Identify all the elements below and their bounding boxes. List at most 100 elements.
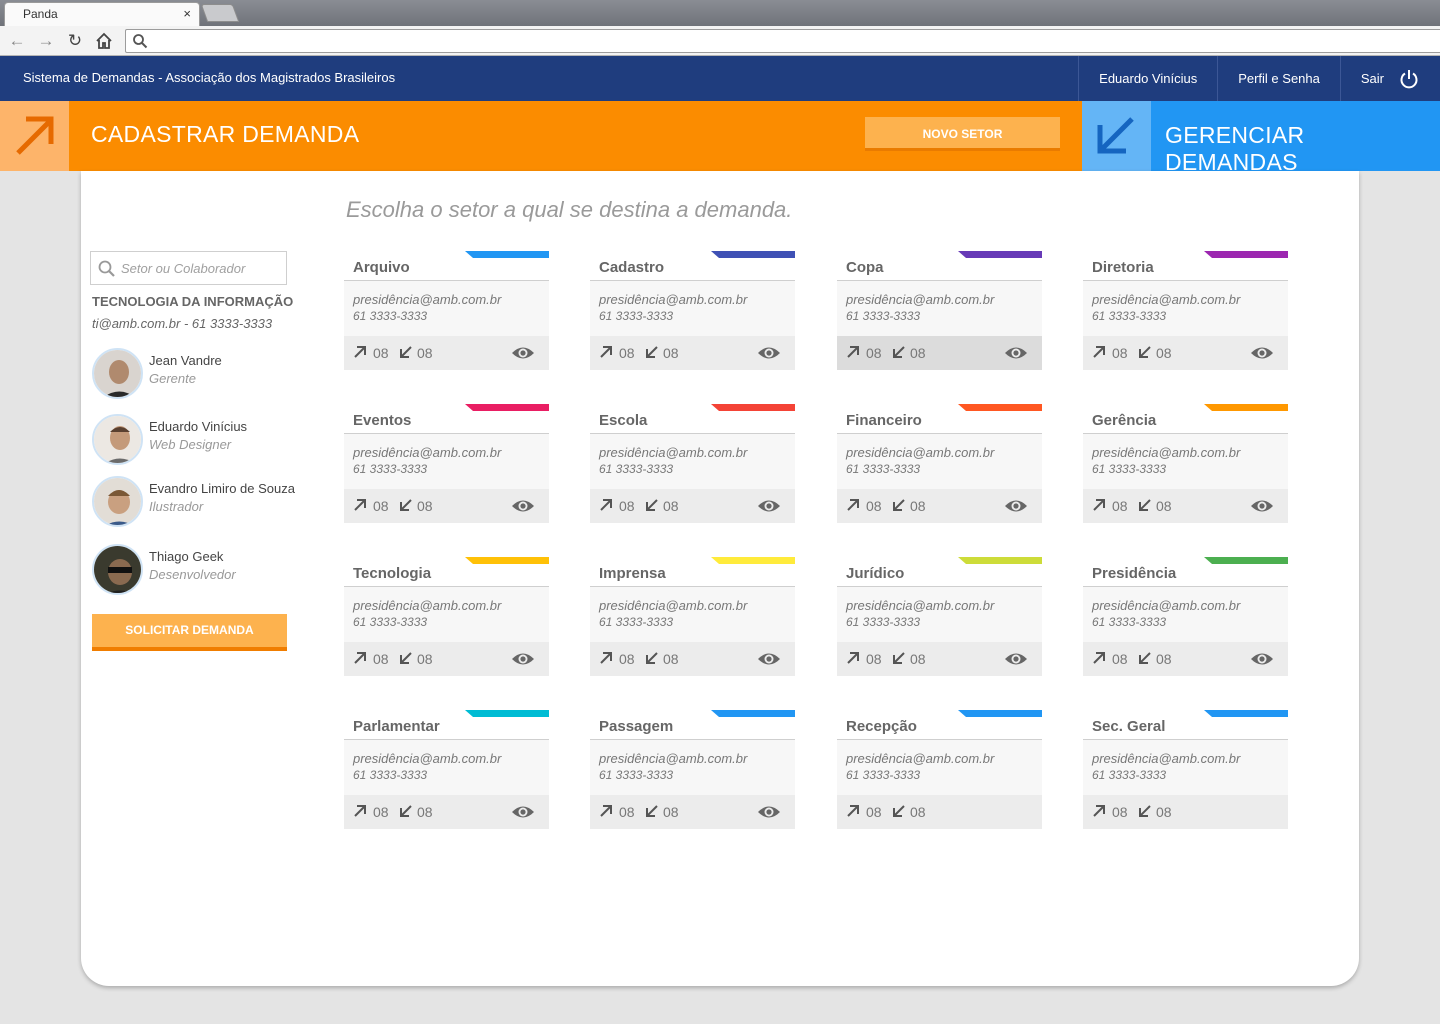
address-bar[interactable] [125, 29, 1440, 53]
view-eye-icon[interactable] [757, 497, 781, 515]
received-count: 08 [910, 345, 926, 361]
card-body: presidência@amb.com.br 61 3333-3333 [1083, 281, 1288, 336]
sector-card-email: presidência@amb.com.br [846, 598, 995, 613]
card-footer: 08 08 [1083, 336, 1288, 370]
sent-count: 08 [1112, 651, 1128, 667]
profile-link[interactable]: Perfil e Senha [1217, 56, 1340, 101]
received-arrow-icon [893, 805, 905, 817]
sector-color-stripe [711, 557, 795, 564]
received-count: 08 [1156, 651, 1172, 667]
view-eye-icon[interactable] [511, 497, 535, 515]
sector-card[interactable]: Passagem presidência@amb.com.br 61 3333-… [590, 710, 795, 829]
view-eye-icon[interactable] [1004, 650, 1028, 668]
person-item[interactable]: Thiago Geek Desenvolvedor [92, 544, 322, 596]
view-eye-icon[interactable] [1004, 497, 1028, 515]
user-name-link[interactable]: Eduardo Vinícius [1078, 56, 1217, 101]
request-demand-button[interactable]: SOLICITAR DEMANDA [92, 614, 287, 651]
sector-color-stripe [465, 557, 549, 564]
app-header: Sistema de Demandas - Associação dos Mag… [0, 56, 1440, 101]
new-tab-button[interactable] [200, 4, 240, 22]
person-item[interactable]: Eduardo Vinícius Web Designer [92, 414, 322, 466]
person-name: Eduardo Vinícius [149, 419, 248, 434]
sector-card[interactable]: Arquivo presidência@amb.com.br 61 3333-3… [344, 251, 549, 370]
sector-card-name: Sec. Geral [1092, 718, 1166, 735]
sent-count: 08 [373, 498, 389, 514]
card-footer: 08 08 [590, 642, 795, 676]
sector-card-email: presidência@amb.com.br [1092, 445, 1241, 460]
new-sector-button[interactable]: NOVO SETOR [865, 117, 1060, 151]
avatar [92, 414, 143, 465]
sector-card[interactable]: Financeiro presidência@amb.com.br 61 333… [837, 404, 1042, 523]
sector-card[interactable]: Sec. Geral presidência@amb.com.br 61 333… [1083, 710, 1288, 829]
sent-arrow-icon [354, 346, 366, 358]
person-role: Gerente [149, 371, 196, 386]
sector-card[interactable]: Presidência presidência@amb.com.br 61 33… [1083, 557, 1288, 676]
card-body: presidência@amb.com.br 61 3333-3333 [344, 740, 549, 795]
received-arrow-icon [893, 499, 905, 511]
view-eye-icon[interactable] [1250, 650, 1274, 668]
sector-card-phone: 61 3333-3333 [1092, 462, 1167, 476]
view-eye-icon[interactable] [1250, 497, 1274, 515]
sector-card[interactable]: Jurídico presidência@amb.com.br 61 3333-… [837, 557, 1042, 676]
sector-card-name: Escola [599, 412, 648, 429]
sector-card[interactable]: Imprensa presidência@amb.com.br 61 3333-… [590, 557, 795, 676]
person-item[interactable]: Evandro Limiro de Souza Ilustrador [92, 476, 322, 528]
sector-card[interactable]: Copa presidência@amb.com.br 61 3333-3333… [837, 251, 1042, 370]
sent-arrow-icon [354, 652, 366, 664]
home-icon[interactable] [93, 30, 115, 52]
manage-demands-bar[interactable]: GERENCIAR DEMANDAS [1082, 101, 1440, 175]
received-arrow-icon [400, 805, 412, 817]
view-eye-icon[interactable] [757, 650, 781, 668]
person-role: Web Designer [149, 437, 232, 452]
person-name: Evandro Limiro de Souza [149, 481, 295, 496]
received-count: 08 [417, 651, 433, 667]
browser-tab[interactable]: Panda × [4, 2, 200, 26]
sent-arrow-icon [1093, 499, 1105, 511]
received-arrow-icon [646, 499, 658, 511]
search-icon [98, 260, 115, 277]
tab-close-icon[interactable]: × [183, 6, 191, 21]
view-eye-icon[interactable] [1004, 344, 1028, 362]
sector-card[interactable]: Tecnologia presidência@amb.com.br 61 333… [344, 557, 549, 676]
received-arrow-icon [646, 652, 658, 664]
sent-arrow-icon [354, 499, 366, 511]
sector-card[interactable]: Diretoria presidência@amb.com.br 61 3333… [1083, 251, 1288, 370]
main-panel: Escolha o setor a qual se destina a dema… [81, 171, 1359, 986]
sector-card[interactable]: Cadastro presidência@amb.com.br 61 3333-… [590, 251, 795, 370]
logout-button[interactable]: Sair [1339, 56, 1440, 101]
sector-card[interactable]: Eventos presidência@amb.com.br 61 3333-3… [344, 404, 549, 523]
back-arrow-icon[interactable]: ← [6, 30, 28, 52]
person-name: Thiago Geek [149, 549, 224, 564]
sector-card[interactable]: Parlamentar presidência@amb.com.br 61 33… [344, 710, 549, 829]
sector-card[interactable]: Recepção presidência@amb.com.br 61 3333-… [837, 710, 1042, 829]
received-arrow-icon [646, 805, 658, 817]
sector-color-stripe [958, 251, 1042, 258]
received-count: 08 [1156, 804, 1172, 820]
sector-card[interactable]: Escola presidência@amb.com.br 61 3333-33… [590, 404, 795, 523]
search-box[interactable] [90, 251, 287, 285]
view-eye-icon[interactable] [511, 650, 535, 668]
sent-arrow-icon [847, 805, 859, 817]
view-eye-icon[interactable] [757, 803, 781, 821]
sector-card-email: presidência@amb.com.br [599, 751, 748, 766]
sector-card-email: presidência@amb.com.br [1092, 751, 1241, 766]
reload-icon[interactable]: ↻ [64, 30, 86, 52]
power-icon [1400, 69, 1418, 88]
search-input[interactable] [121, 258, 281, 278]
sector-card[interactable]: Gerência presidência@amb.com.br 61 3333-… [1083, 404, 1288, 523]
sent-arrow-icon [847, 652, 859, 664]
view-eye-icon[interactable] [511, 803, 535, 821]
received-arrow-icon [646, 346, 658, 358]
sector-card-phone: 61 3333-3333 [599, 462, 674, 476]
person-item[interactable]: Jean Vandre Gerente [92, 348, 322, 400]
view-eye-icon[interactable] [1250, 344, 1274, 362]
received-count: 08 [910, 498, 926, 514]
forward-arrow-icon[interactable]: → [35, 30, 57, 52]
card-footer: 08 08 [344, 336, 549, 370]
sector-color-stripe [958, 710, 1042, 717]
view-eye-icon[interactable] [511, 344, 535, 362]
view-eye-icon[interactable] [757, 344, 781, 362]
card-footer: 08 08 [837, 642, 1042, 676]
sector-card-name: Imprensa [599, 565, 666, 582]
avatar [92, 348, 143, 399]
